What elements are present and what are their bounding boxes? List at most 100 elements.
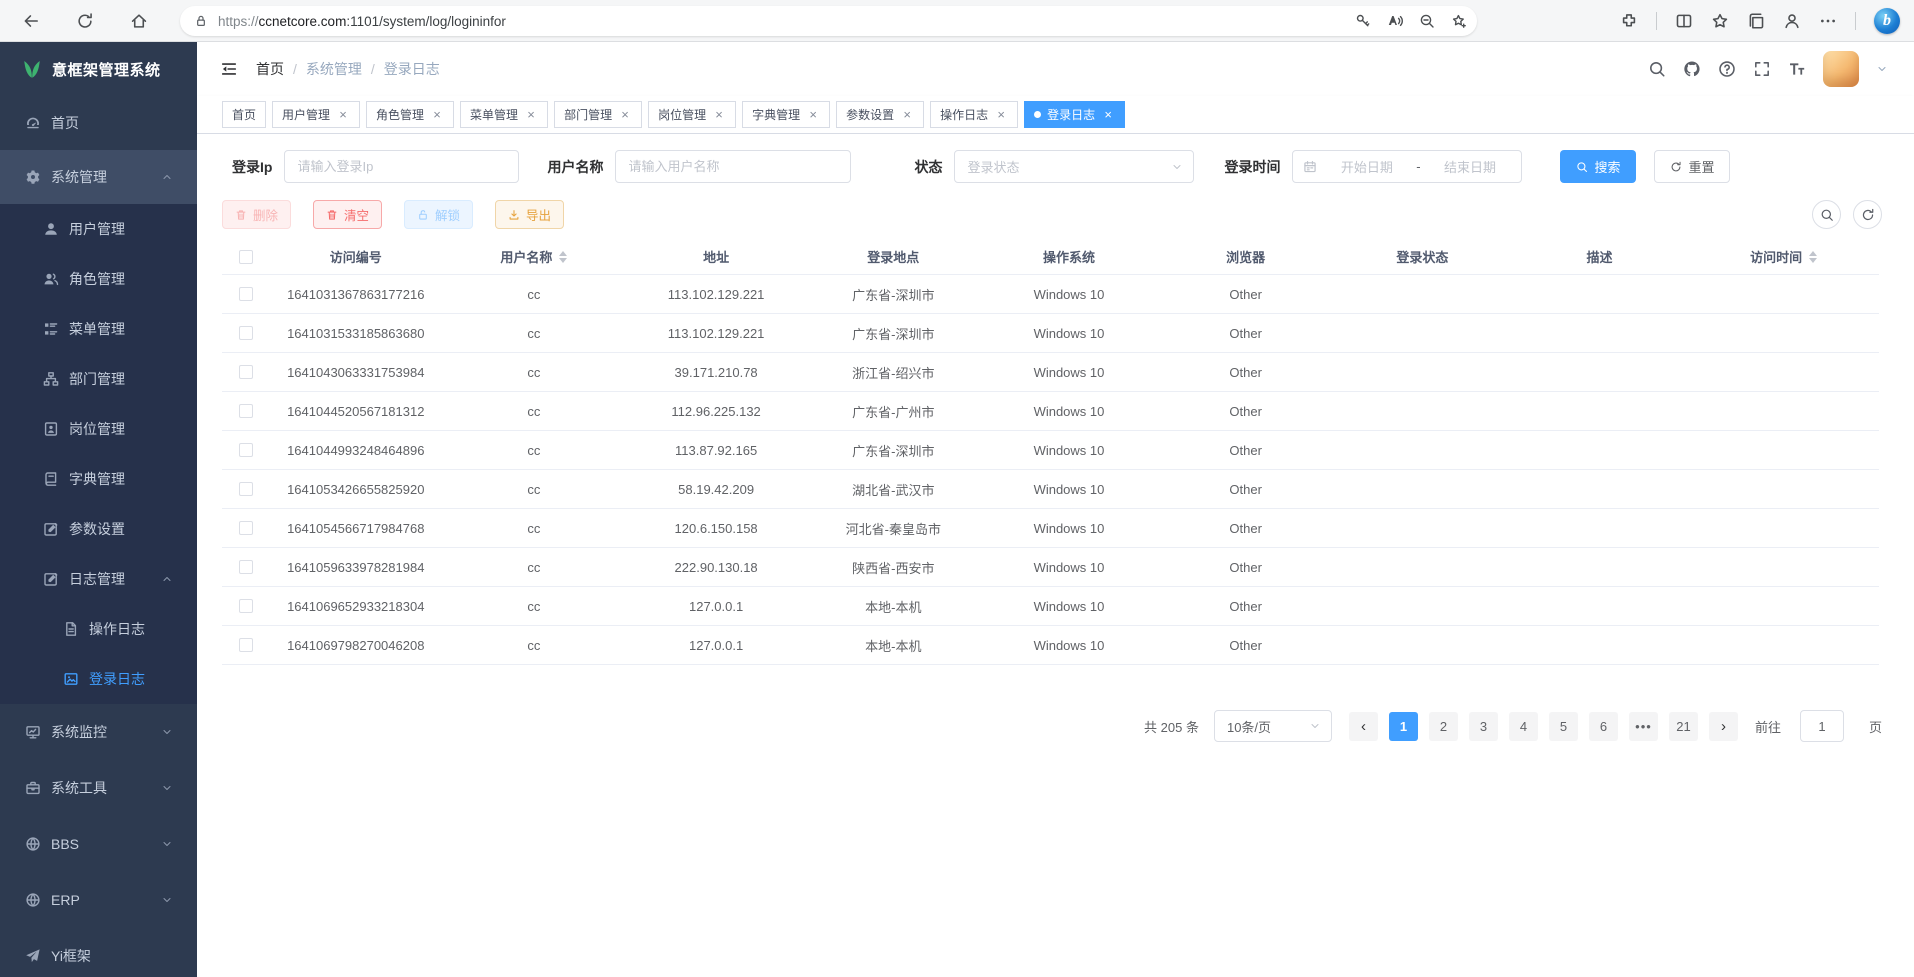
sort-desc-icon[interactable] xyxy=(1809,258,1817,263)
split-screen-icon[interactable] xyxy=(1675,12,1693,30)
reload-icon[interactable] xyxy=(68,4,102,38)
username-input[interactable] xyxy=(615,150,851,183)
page-button-5[interactable]: 5 xyxy=(1549,712,1578,741)
sidebar-item-用户管理[interactable]: 用户管理 xyxy=(0,204,197,254)
more-pages-button[interactable]: ••• xyxy=(1629,712,1658,741)
row-checkbox[interactable] xyxy=(239,326,253,340)
app-logo[interactable]: 意框架管理系统 xyxy=(0,42,197,96)
key-icon[interactable] xyxy=(1355,13,1371,29)
search-icon[interactable] xyxy=(1648,60,1666,78)
tab-首页[interactable]: 首页 xyxy=(222,101,266,128)
star-plus-icon[interactable] xyxy=(1451,13,1467,29)
sidebar-item-菜单管理[interactable]: 菜单管理 xyxy=(0,304,197,354)
sidebar-item-登录日志[interactable]: 登录日志 xyxy=(0,654,197,704)
row-checkbox[interactable] xyxy=(239,638,253,652)
sort-desc-icon[interactable] xyxy=(559,258,567,263)
unlock-button[interactable]: 解锁 xyxy=(404,200,473,229)
sidebar-item-BBS[interactable]: BBS xyxy=(0,816,197,872)
date-range-picker[interactable]: 开始日期 - 结束日期 xyxy=(1292,150,1522,183)
zoom-search-icon[interactable] xyxy=(1419,13,1435,29)
row-checkbox[interactable] xyxy=(239,287,253,301)
sidebar-item-系统监控[interactable]: 系统监控 xyxy=(0,704,197,760)
status-select[interactable]: 登录状态 xyxy=(954,150,1194,183)
search-button[interactable]: 搜索 xyxy=(1560,150,1636,183)
sidebar-item-首页[interactable]: 首页 xyxy=(0,96,197,150)
sidebar-item-系统工具[interactable]: 系统工具 xyxy=(0,760,197,816)
refresh-table-button[interactable] xyxy=(1853,200,1882,229)
page-button-1[interactable]: 1 xyxy=(1389,712,1418,741)
row-checkbox[interactable] xyxy=(239,482,253,496)
tab-部门管理[interactable]: 部门管理× xyxy=(554,101,642,128)
sort-asc-icon[interactable] xyxy=(559,251,567,256)
tab-岗位管理[interactable]: 岗位管理× xyxy=(648,101,736,128)
tab-参数设置[interactable]: 参数设置× xyxy=(836,101,924,128)
column-header-用户名称[interactable]: 用户名称 xyxy=(442,247,627,266)
column-header-访问时间[interactable]: 访问时间 xyxy=(1688,247,1879,266)
sort-caret-icon[interactable] xyxy=(559,251,567,263)
close-icon[interactable]: × xyxy=(712,108,726,122)
sidebar-item-操作日志[interactable]: 操作日志 xyxy=(0,604,197,654)
close-icon[interactable]: × xyxy=(900,108,914,122)
profile-icon[interactable] xyxy=(1783,12,1801,30)
delete-button[interactable]: 删除 xyxy=(222,200,291,229)
toggle-search-button[interactable] xyxy=(1812,200,1841,229)
extensions-icon[interactable] xyxy=(1620,12,1638,30)
close-icon[interactable]: × xyxy=(618,108,632,122)
sidebar-item-岗位管理[interactable]: 岗位管理 xyxy=(0,404,197,454)
tab-登录日志[interactable]: 登录日志× xyxy=(1024,101,1125,128)
page-button-6[interactable]: 6 xyxy=(1589,712,1618,741)
page-size-select[interactable]: 10条/页 xyxy=(1214,710,1332,742)
home-icon[interactable] xyxy=(122,4,156,38)
close-icon[interactable]: × xyxy=(994,108,1008,122)
clear-button[interactable]: 清空 xyxy=(313,200,382,229)
reset-button[interactable]: 重置 xyxy=(1654,150,1730,183)
collections-icon[interactable] xyxy=(1747,12,1765,30)
page-button-21[interactable]: 21 xyxy=(1669,712,1698,741)
chevron-down-icon[interactable] xyxy=(1876,63,1888,75)
row-checkbox[interactable] xyxy=(239,599,253,613)
page-button-2[interactable]: 2 xyxy=(1429,712,1458,741)
sidebar-item-ERP[interactable]: ERP xyxy=(0,872,197,928)
back-icon[interactable] xyxy=(14,4,48,38)
next-page-button[interactable]: › xyxy=(1709,712,1738,741)
sidebar-item-字典管理[interactable]: 字典管理 xyxy=(0,454,197,504)
breadcrumb-home[interactable]: 首页 xyxy=(256,59,284,79)
tab-操作日志[interactable]: 操作日志× xyxy=(930,101,1018,128)
close-icon[interactable]: × xyxy=(1101,108,1115,122)
ip-input[interactable] xyxy=(284,150,519,183)
close-icon[interactable]: × xyxy=(524,108,538,122)
close-icon[interactable]: × xyxy=(336,108,350,122)
row-checkbox[interactable] xyxy=(239,443,253,457)
prev-page-button[interactable]: ‹ xyxy=(1349,712,1378,741)
sort-asc-icon[interactable] xyxy=(1809,251,1817,256)
more-icon[interactable] xyxy=(1819,12,1837,30)
row-checkbox[interactable] xyxy=(239,365,253,379)
hamburger-icon[interactable] xyxy=(220,60,238,78)
fullscreen-icon[interactable] xyxy=(1753,60,1771,78)
export-button[interactable]: 导出 xyxy=(495,200,564,229)
favorites-icon[interactable] xyxy=(1711,12,1729,30)
select-all-checkbox[interactable] xyxy=(239,250,253,264)
bing-sidebar-icon[interactable]: b xyxy=(1874,8,1900,34)
goto-page-input[interactable] xyxy=(1800,710,1844,742)
page-button-3[interactable]: 3 xyxy=(1469,712,1498,741)
sidebar-item-日志管理[interactable]: 日志管理 xyxy=(0,554,197,604)
breadcrumb-system[interactable]: 系统管理 xyxy=(306,59,362,79)
tab-菜单管理[interactable]: 菜单管理× xyxy=(460,101,548,128)
row-checkbox[interactable] xyxy=(239,560,253,574)
sidebar-item-部门管理[interactable]: 部门管理 xyxy=(0,354,197,404)
question-icon[interactable] xyxy=(1718,60,1736,78)
close-icon[interactable]: × xyxy=(806,108,820,122)
close-icon[interactable]: × xyxy=(430,108,444,122)
sidebar-item-系统管理[interactable]: 系统管理 xyxy=(0,150,197,204)
page-button-4[interactable]: 4 xyxy=(1509,712,1538,741)
url-bar[interactable]: https://ccnetcore.com:1101/system/log/lo… xyxy=(180,6,1477,36)
github-icon[interactable] xyxy=(1683,60,1701,78)
avatar[interactable] xyxy=(1823,51,1859,87)
sidebar-item-Yi框架[interactable]: Yi框架 xyxy=(0,928,197,977)
sidebar-item-参数设置[interactable]: 参数设置 xyxy=(0,504,197,554)
row-checkbox[interactable] xyxy=(239,404,253,418)
sidebar-item-角色管理[interactable]: 角色管理 xyxy=(0,254,197,304)
row-checkbox[interactable] xyxy=(239,521,253,535)
font-size-icon[interactable] xyxy=(1788,60,1806,78)
